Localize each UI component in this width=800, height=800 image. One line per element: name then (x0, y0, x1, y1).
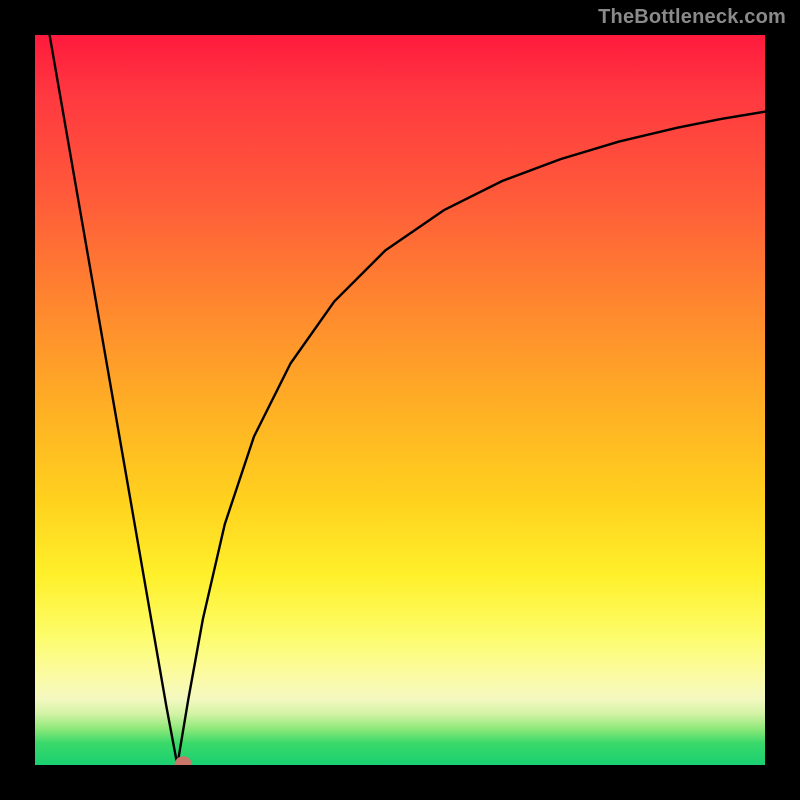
curve-layer (35, 35, 765, 765)
chart-frame: TheBottleneck.com (0, 0, 800, 800)
curve-left-branch (50, 35, 178, 765)
plot-area (35, 35, 765, 765)
watermark-text: TheBottleneck.com (598, 6, 786, 29)
curve-right-branch (177, 112, 765, 765)
